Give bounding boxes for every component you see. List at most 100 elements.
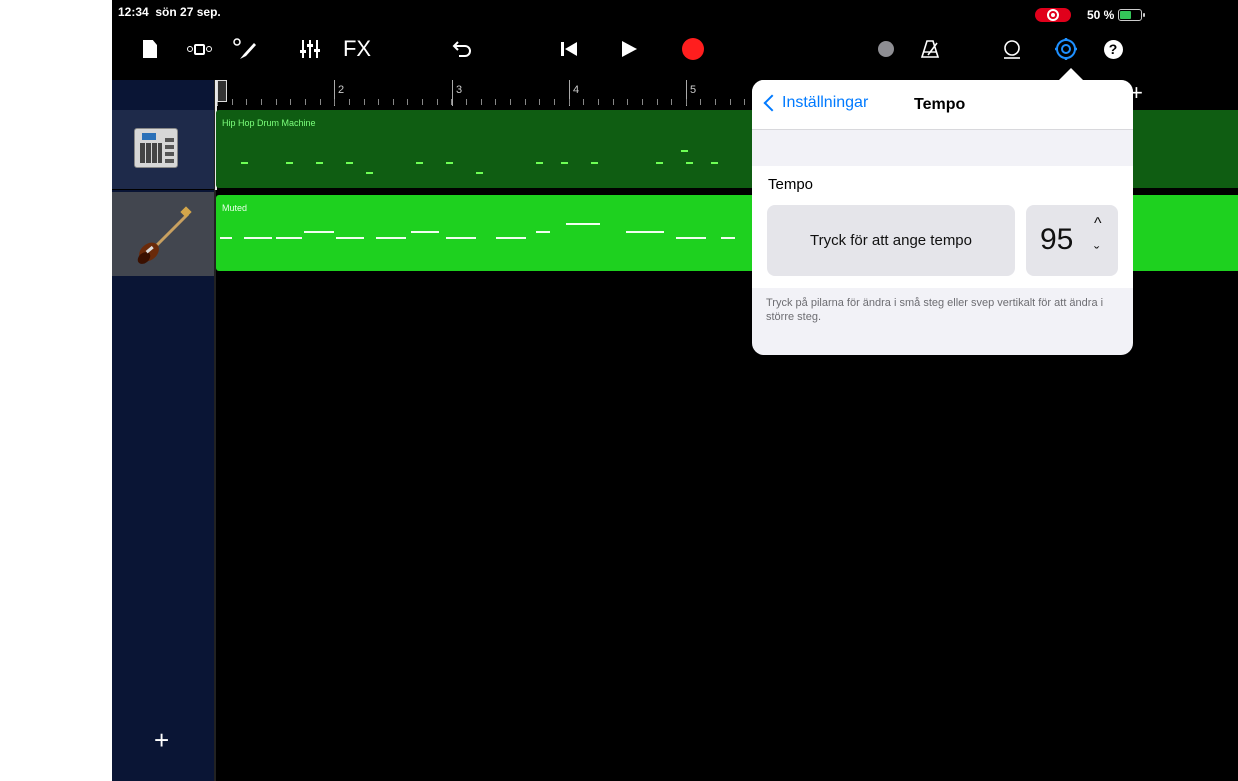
ruler-tick [612, 99, 614, 105]
chevron-up-icon[interactable]: ^ [1094, 215, 1102, 233]
back-button[interactable]: Inställningar [762, 94, 868, 112]
drum-note [476, 172, 483, 174]
record-button[interactable] [679, 36, 707, 62]
region-title: Muted [222, 203, 248, 213]
ruler-tick [378, 99, 380, 105]
drum-note [591, 162, 598, 164]
bass-note [676, 237, 706, 239]
ruler-tick [451, 99, 453, 105]
popover-arrow [1059, 68, 1083, 80]
ruler-tick [700, 99, 702, 105]
fx-button[interactable]: FX [337, 36, 377, 62]
back-label: Inställningar [782, 94, 869, 111]
metronome-button[interactable] [918, 36, 942, 62]
ruler-tick [641, 99, 643, 105]
bass-note [446, 237, 476, 239]
drum-note [346, 162, 353, 164]
ruler-tick [495, 99, 497, 105]
play-button[interactable] [617, 36, 641, 62]
ruler-tick [231, 99, 233, 105]
ruler-tick [275, 99, 277, 105]
mixer-icon [300, 40, 320, 58]
bass-note [626, 231, 664, 233]
ruler-tick [480, 99, 482, 105]
bass-note [376, 237, 406, 239]
playhead-handle[interactable] [217, 80, 227, 102]
count-in-button[interactable] [874, 36, 898, 62]
drum-note [686, 162, 693, 164]
track-header-drum[interactable] [112, 110, 214, 190]
region-title: Hip Hop Drum Machine [222, 118, 316, 128]
garageband-screen: 12:34 sön 27 sep. 50 % FX ? + 2 3 4 5 + … [112, 0, 1238, 781]
drum-note [536, 162, 543, 164]
chevron-down-icon[interactable]: ˇ [1094, 245, 1099, 263]
settings-button[interactable] [1052, 36, 1080, 62]
undo-button[interactable] [447, 36, 477, 62]
ruler-tick [348, 99, 350, 105]
ruler-tick [422, 99, 424, 105]
record-icon [682, 38, 704, 60]
battery-percentage: 50 % [1087, 8, 1115, 22]
drum-note [286, 162, 293, 164]
ruler-tick [685, 99, 687, 105]
drum-note [711, 162, 718, 164]
ruler-tick [539, 99, 541, 105]
ruler-tick [524, 99, 526, 105]
help-button[interactable]: ? [1102, 36, 1124, 62]
bass-note [536, 231, 550, 233]
screen-recording-indicator [1035, 8, 1071, 22]
bar-label: 4 [573, 84, 580, 96]
drum-note [316, 162, 323, 164]
play-icon [622, 41, 637, 57]
ruler-tick [436, 99, 438, 105]
ruler-tick [246, 99, 248, 105]
skip-back-icon [561, 42, 577, 56]
loop-browser-button[interactable] [1000, 36, 1024, 62]
ruler-tick [407, 99, 409, 105]
track-header-bass[interactable] [112, 192, 214, 276]
ruler-tick [568, 99, 570, 105]
drum-note [656, 162, 663, 164]
circle-icon [878, 41, 894, 57]
drum-note [681, 150, 688, 152]
ruler-tick [583, 99, 585, 105]
ruler-tick [597, 99, 599, 105]
tempo-hint-text: Tryck på pilarna för ändra i små steg el… [766, 297, 1104, 323]
ruler-tick [729, 99, 731, 105]
ruler-tick [466, 99, 468, 105]
my-songs-button[interactable] [140, 36, 160, 62]
mixer-button[interactable] [295, 36, 325, 62]
bass-note [721, 237, 735, 239]
question-icon: ? [1103, 39, 1123, 59]
rewind-button[interactable] [557, 36, 581, 62]
ruler-tick [334, 99, 336, 105]
view-toggle-button[interactable] [184, 36, 214, 62]
drum-note [561, 162, 568, 164]
tap-tempo-button[interactable]: Tryck för att ange tempo [767, 205, 1015, 276]
bar-label: 3 [456, 84, 463, 96]
popover-header: Inställningar Tempo [752, 80, 1133, 130]
bass-note [220, 237, 232, 239]
add-track-button[interactable]: + [154, 725, 169, 756]
status-bar: 12:34 sön 27 sep. 50 % [112, 0, 1238, 22]
ruler-tick [392, 99, 394, 105]
metronome-icon [920, 40, 940, 58]
popover-title: Tempo [914, 96, 966, 113]
ruler-tick [744, 99, 746, 105]
toolbar: FX ? [112, 26, 1238, 74]
ruler-tick [290, 99, 292, 105]
bass-note [276, 237, 302, 239]
bass-note [244, 237, 272, 239]
ruler-tick [304, 99, 306, 105]
bass-note [411, 231, 439, 233]
instrument-button[interactable] [230, 36, 260, 62]
drum-note [366, 172, 373, 174]
document-icon [143, 40, 157, 58]
drum-note [241, 162, 248, 164]
bass-guitar-icon [137, 206, 192, 264]
ruler-tick [260, 99, 262, 105]
ruler-tick [510, 99, 511, 105]
drum-note [416, 162, 423, 164]
ruler-tick [553, 99, 555, 105]
tempo-stepper[interactable]: 95 ^ ˇ [1026, 205, 1118, 276]
